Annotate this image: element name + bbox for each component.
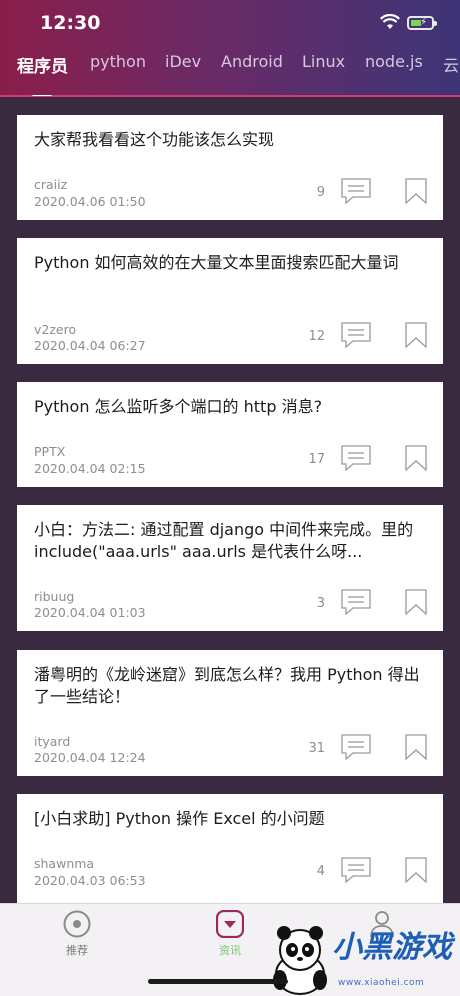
watermark-logo: 小黑游戏 www.xiaohei.com (268, 918, 460, 996)
header: 12:30 ⚡ 程序员 python iDev Android Linux no… (0, 0, 460, 97)
post-title[interactable]: Python 怎么监听多个端口的 http 消息? (34, 396, 428, 418)
comment-count: 9 (316, 185, 325, 200)
status-time: 12:30 (40, 12, 101, 34)
post-author: shawnma (34, 856, 95, 871)
tabbar-label: 推荐 (66, 944, 88, 957)
post-date: 2020.04.04 12:24 (34, 750, 146, 765)
post-card[interactable]: 潘粤明的《龙岭迷窟》到底怎么样？我用 Python 得出了一些结论！ ityar… (17, 650, 443, 776)
post-author: v2zero (34, 322, 77, 337)
comment-count: 12 (308, 329, 325, 344)
comment-icon[interactable] (341, 857, 371, 883)
tab-idev[interactable]: iDev (165, 52, 201, 71)
post-title[interactable]: 大家帮我看看这个功能该怎么实现 (34, 129, 428, 151)
status-bar: 12:30 ⚡ (0, 0, 460, 46)
post-date: 2020.04.04 02:15 (34, 461, 146, 476)
post-card[interactable]: 小白：方法二: 通过配置 django 中间件来完成。里的 include("a… (17, 505, 443, 631)
bookmark-icon[interactable] (405, 857, 427, 883)
comment-icon[interactable] (341, 734, 371, 760)
comment-icon[interactable] (341, 178, 371, 204)
target-icon (63, 910, 91, 938)
watermark-url: www.xiaohei.com (338, 978, 425, 988)
comment-count: 31 (308, 741, 325, 756)
post-feed[interactable]: 大家帮我看看这个功能该怎么实现 craiiz 2020.04.06 01:50 … (0, 97, 460, 903)
tab-nodejs[interactable]: node.js (365, 52, 423, 71)
comment-icon[interactable] (341, 589, 371, 615)
tabbar-label: 资讯 (219, 944, 241, 957)
bookmark-icon[interactable] (405, 734, 427, 760)
bookmark-icon[interactable] (405, 322, 427, 348)
comment-icon[interactable] (341, 445, 371, 471)
comment-count: 4 (316, 864, 325, 879)
post-date: 2020.04.03 06:53 (34, 873, 146, 888)
post-title[interactable]: [小白求助] Python 操作 Excel 的小问题 (34, 808, 428, 830)
tab-linux[interactable]: Linux (302, 52, 345, 71)
post-date: 2020.04.06 01:50 (34, 194, 146, 209)
tab-cloud[interactable]: 云 (443, 52, 459, 76)
post-author: craiiz (34, 177, 68, 192)
comment-count: 3 (316, 596, 325, 611)
bookmark-icon[interactable] (405, 178, 427, 204)
category-tabs: 程序员 python iDev Android Linux node.js 云 (0, 46, 460, 96)
post-author: ribuug (34, 589, 75, 604)
comment-count: 17 (308, 452, 325, 467)
watermark-text: 小黑游戏 (332, 930, 452, 965)
comment-icon[interactable] (341, 322, 371, 348)
tabbar-item-recommend[interactable]: 推荐 (47, 910, 107, 970)
post-card[interactable]: [小白求助] Python 操作 Excel 的小问题 shawnma 2020… (17, 794, 443, 903)
post-title[interactable]: 潘粤明的《龙岭迷窟》到底怎么样？我用 Python 得出了一些结论！ (34, 664, 428, 708)
tab-indicator (32, 95, 52, 96)
tabbar-item-news[interactable]: 资讯 (200, 910, 260, 970)
post-date: 2020.04.04 01:03 (34, 605, 146, 620)
battery-icon: ⚡ (407, 16, 437, 30)
tab-programmer[interactable]: 程序员 (17, 52, 68, 77)
tab-android[interactable]: Android (221, 52, 283, 71)
post-author: PPTX (34, 444, 66, 459)
post-author: ityard (34, 734, 71, 749)
wifi-icon (380, 14, 400, 29)
post-card[interactable]: Python 如何高效的在大量文本里面搜索匹配大量词 v2zero 2020.0… (17, 238, 443, 364)
post-card[interactable]: Python 怎么监听多个端口的 http 消息? PPTX 2020.04.0… (17, 382, 443, 487)
bookmark-icon[interactable] (405, 445, 427, 471)
home-indicator[interactable] (148, 979, 288, 984)
post-date: 2020.04.04 06:27 (34, 338, 146, 353)
tab-python[interactable]: python (90, 52, 146, 71)
panda-icon (273, 926, 327, 995)
news-icon (216, 910, 244, 938)
post-card[interactable]: 大家帮我看看这个功能该怎么实现 craiiz 2020.04.06 01:50 … (17, 115, 443, 220)
bookmark-icon[interactable] (405, 589, 427, 615)
post-title[interactable]: Python 如何高效的在大量文本里面搜索匹配大量词 (34, 252, 428, 274)
post-title[interactable]: 小白：方法二: 通过配置 django 中间件来完成。里的 include("a… (34, 519, 428, 563)
